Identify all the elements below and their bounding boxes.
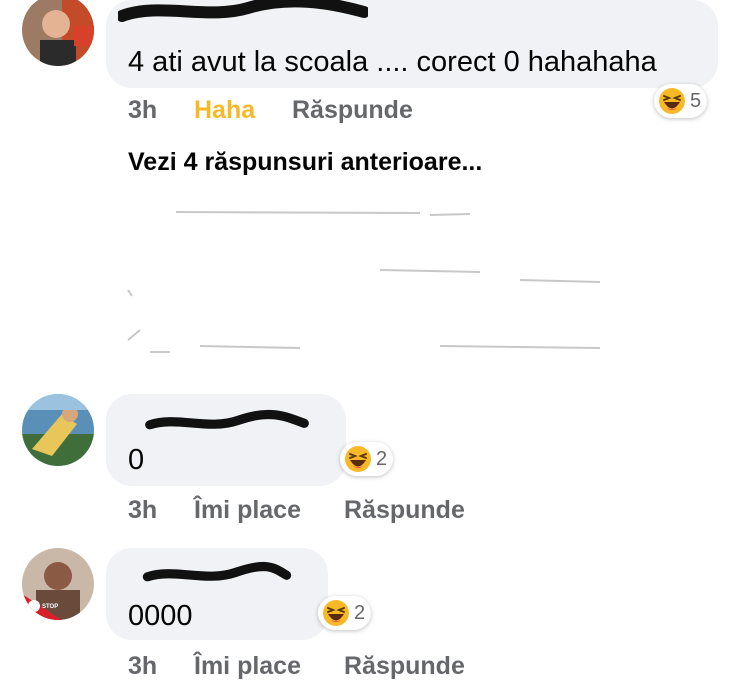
reaction-count: 2 [354,601,366,624]
comment-text: 0000 [128,600,193,632]
comment-time[interactable]: 3h [128,652,157,681]
like-button[interactable]: Îmi place [194,652,301,681]
comment-text: 0 [128,444,145,476]
avatar[interactable] [22,394,94,466]
avatar[interactable]: STOP [22,548,94,620]
comment-bubble: 0000 [106,548,328,640]
haha-emoji-icon [344,445,372,473]
reaction-summary[interactable]: 2 [318,596,372,630]
reaction-summary[interactable]: 2 [340,442,394,476]
redacted-author-scribble [145,409,309,430]
reply-button[interactable]: Răspunde [344,496,465,525]
comment-bubble: 0 [106,394,346,486]
reply-button[interactable]: Răspunde [344,652,465,681]
comment-2: 0 2 3h Îmi place Răspunde [0,394,740,534]
redacted-author-scribble [142,561,292,582]
comment-time[interactable]: 3h [128,496,157,525]
svg-text:STOP: STOP [42,604,58,610]
haha-emoji-icon [322,599,350,627]
reaction-count: 2 [376,447,388,470]
like-button[interactable]: Îmi place [194,496,301,525]
comment-3: STOP 0000 2 3h Îmi place Răspunde [0,548,740,698]
